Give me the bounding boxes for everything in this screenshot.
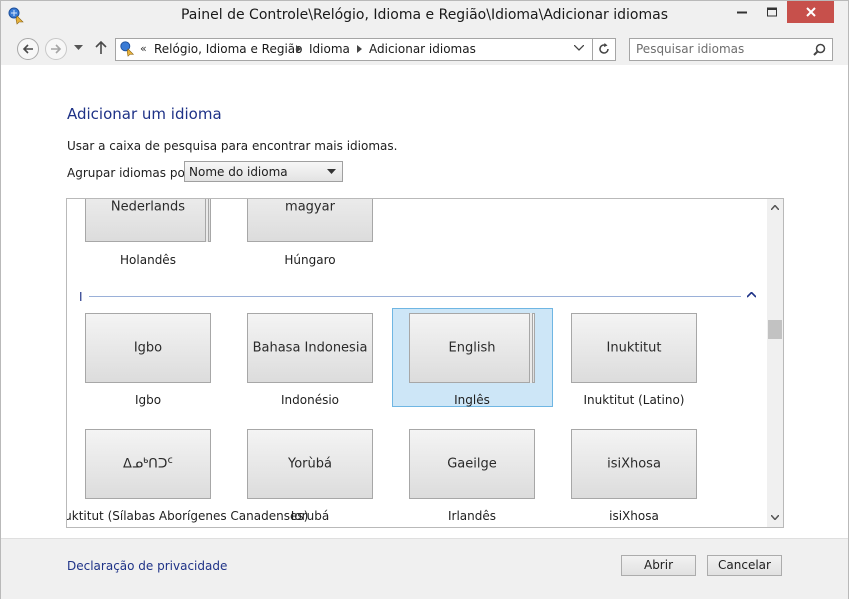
- breadcrumb-separator-icon[interactable]: [357, 45, 362, 53]
- close-icon: [805, 7, 816, 17]
- breadcrumb-add-languages[interactable]: Adicionar idiomas: [369, 42, 476, 56]
- page-title: Adicionar um idioma: [67, 105, 222, 123]
- footer: Declaração de privacidade Abrir Cancelar: [1, 538, 848, 599]
- language-name[interactable]: Irlandês: [392, 509, 552, 523]
- language-tile-magyar[interactable]: magyar: [247, 199, 373, 242]
- group-by-select[interactable]: Nome do idioma: [184, 161, 343, 182]
- back-button[interactable]: [17, 38, 39, 60]
- tile-label: Bahasa Indonesia: [252, 340, 368, 356]
- tile-label: isiXhosa: [607, 456, 661, 472]
- cancel-button[interactable]: Cancelar: [707, 555, 782, 576]
- collapse-section-icon[interactable]: [747, 292, 756, 298]
- tile-stack-indicator: [529, 313, 533, 383]
- maximize-button[interactable]: [758, 1, 786, 23]
- language-tile-gaeilge[interactable]: Gaeilge: [409, 429, 535, 499]
- control-panel-icon: [120, 41, 135, 57]
- minimize-button[interactable]: [728, 1, 756, 23]
- tile-label: magyar: [285, 199, 335, 215]
- navigation-bar: « Relógio, Idioma e Região Idioma Adicio…: [1, 31, 848, 65]
- language-tile-isixhosa[interactable]: isiXhosa: [571, 429, 697, 499]
- tile-label: Igbo: [133, 340, 163, 356]
- scrollbar-thumb[interactable]: [768, 320, 782, 339]
- language-tile-inuktitut[interactable]: Inuktitut: [571, 313, 697, 383]
- back-arrow-icon: [22, 44, 33, 54]
- refresh-button[interactable]: [593, 38, 616, 61]
- language-list[interactable]: Nederlands Holandês magyar Húngaro I Igb…: [66, 198, 784, 528]
- language-tile-yoruba[interactable]: Yorùbá: [247, 429, 373, 499]
- breadcrumb-clock-language-region[interactable]: Relógio, Idioma e Região: [154, 42, 303, 56]
- recent-locations-chevron-icon[interactable]: [74, 45, 83, 51]
- language-name[interactable]: Húngaro: [230, 253, 390, 267]
- minimize-icon: [737, 11, 747, 14]
- section-header-letter: I: [79, 290, 83, 304]
- privacy-statement-link[interactable]: Declaração de privacidade: [67, 559, 227, 573]
- window-title: Painel de Controle\Relógio, Idioma e Reg…: [180, 7, 669, 23]
- search-icon[interactable]: [813, 43, 826, 56]
- scroll-up-icon[interactable]: [771, 205, 779, 210]
- chevron-down-icon: [327, 169, 336, 174]
- language-tile-nederlands[interactable]: Nederlands: [85, 199, 211, 242]
- address-dropdown-icon[interactable]: [574, 45, 584, 51]
- breadcrumb-language[interactable]: Idioma: [309, 42, 350, 56]
- address-bar[interactable]: « Relógio, Idioma e Região Idioma Adicio…: [115, 38, 593, 61]
- hidden-path-chevron[interactable]: «: [140, 42, 147, 55]
- window: Painel de Controle\Relógio, Idioma e Reg…: [0, 0, 849, 599]
- refresh-icon: [599, 43, 609, 54]
- language-name[interactable]: Inglês: [392, 393, 552, 407]
- close-button[interactable]: [787, 1, 834, 23]
- forward-arrow-icon: [51, 44, 62, 54]
- tile-label: English: [448, 340, 496, 356]
- tile-label: Yorùbá: [288, 456, 332, 472]
- maximize-icon: [767, 7, 777, 17]
- language-name[interactable]: Inuktitut (Latino): [554, 393, 714, 407]
- tile-label: Gaeilge: [447, 456, 497, 472]
- content-area: Adicionar um idioma Usar a caixa de pesq…: [1, 65, 848, 538]
- search-box[interactable]: [629, 38, 833, 61]
- forward-button[interactable]: [45, 38, 67, 60]
- scroll-down-icon[interactable]: [771, 515, 779, 520]
- breadcrumb-separator-icon[interactable]: [296, 45, 301, 53]
- tile-label: Nederlands: [110, 199, 186, 215]
- group-by-label: Agrupar idiomas por:: [67, 166, 194, 180]
- language-name[interactable]: isiXhosa: [554, 509, 714, 523]
- language-name[interactable]: Inuktitut (Sílabas Aborígenes Canadenses…: [67, 509, 308, 523]
- language-name[interactable]: Indonésio: [230, 393, 390, 407]
- language-tile-inuktitut-syllabics[interactable]: ᐃᓄᒃᑎᑐᑦ: [85, 429, 211, 499]
- group-by-value: Nome do idioma: [189, 165, 288, 179]
- up-arrow-icon[interactable]: [95, 40, 107, 55]
- open-button[interactable]: Abrir: [621, 555, 696, 576]
- tile-label: ᐃᓄᒃᑎᑐᑦ: [123, 456, 173, 472]
- vertical-scrollbar[interactable]: [767, 199, 783, 527]
- section-divider: [89, 296, 741, 297]
- instructions-text: Usar a caixa de pesquisa para encontrar …: [67, 139, 398, 153]
- search-input[interactable]: [636, 42, 796, 56]
- language-name[interactable]: Igbo: [68, 393, 228, 407]
- tile-label: Inuktitut: [606, 340, 662, 356]
- language-name[interactable]: Iorubá: [230, 509, 390, 523]
- tile-stack-indicator: [205, 199, 209, 242]
- language-tile-bahasa-indonesia[interactable]: Bahasa Indonesia: [247, 313, 373, 383]
- language-tile-igbo[interactable]: Igbo: [85, 313, 211, 383]
- language-name[interactable]: Holandês: [68, 253, 228, 267]
- title-bar[interactable]: Painel de Controle\Relógio, Idioma e Reg…: [1, 1, 848, 31]
- language-tile-english[interactable]: English: [409, 313, 535, 383]
